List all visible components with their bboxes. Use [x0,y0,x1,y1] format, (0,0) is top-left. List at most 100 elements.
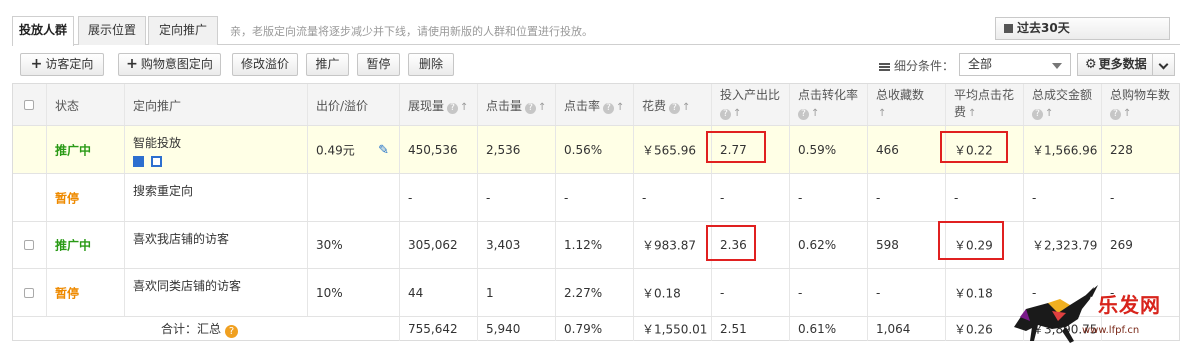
help-icon[interactable]: ? [603,103,615,114]
pause-button[interactable]: 暂停 [357,53,400,76]
header-gmv-text: 总成交金额 [1032,88,1093,102]
select-all-checkbox[interactable] [24,99,34,110]
tab-targeting[interactable]: 定向推广 [148,16,218,45]
header-carts-text: 总购物车数 [1110,88,1171,102]
header-cpc-text: 平均点击花费 [954,88,1015,119]
targeting-cell: 智能投放 [125,126,308,173]
total-impressions: 755,642 [408,322,458,336]
help-icon[interactable]: ? [225,325,239,338]
gmv-value: - [1032,190,1037,205]
header-impressions[interactable]: 展现量? ↑ [400,84,478,125]
cpc-annotation-box [940,131,1008,163]
sort-arrow-icon[interactable]: ↑ [460,102,468,113]
header-clicks[interactable]: 点击量? ↑ [478,84,556,125]
tab-placement[interactable]: 展示位置 [78,16,146,45]
cvr-value: 0.59% [798,142,837,157]
table-row[interactable]: 暂停 喜欢同类店铺的访客 10% 44 1 2.27% ￥0.18 - - - … [13,269,1179,317]
header-favorites[interactable]: 总收藏数 ↑ [868,84,946,125]
help-icon[interactable]: ? [525,103,537,114]
help-icon[interactable]: ? [1032,109,1043,120]
add-intent-targeting-button[interactable]: + 购物意图定向 [118,53,221,76]
tab-audience[interactable]: 投放人群 [12,16,74,46]
bid-value: 30% [316,238,343,252]
plus-icon: + [126,56,138,72]
status-cell: 暂停 [47,269,125,316]
modify-premium-button[interactable]: 修改溢价 [232,53,298,76]
more-data-button[interactable]: ⚙ 更多数据 [1077,53,1175,76]
roi-cell: - [712,174,790,221]
help-icon[interactable]: ? [720,109,731,120]
header-ctr[interactable]: 点击率? ↑ [556,84,634,125]
targeting-name[interactable]: 智能投放 [133,134,181,151]
edit-pencil-icon[interactable]: ✎ [378,143,389,158]
cvr-cell: - [790,174,868,221]
header-favorites-label: 总收藏数 ↑ [876,87,948,122]
sort-arrow-icon[interactable]: ↑ [733,105,741,122]
chevron-down-icon[interactable] [1152,54,1174,75]
sort-arrow-icon[interactable]: ↑ [538,102,546,113]
header-carts-label: 总购物车数? ↑ [1110,87,1180,122]
ctr-cell: 0.56% [556,126,634,173]
targeting-name[interactable]: 喜欢同类店铺的访客 [133,277,241,294]
sort-arrow-icon[interactable]: ↑ [616,102,624,113]
header-cost-text: 花费 [642,99,667,113]
header-cost-label: 花费? ↑ [642,97,690,114]
clicks-cell: 2,536 [478,126,556,173]
header-cvr[interactable]: 点击转化率? ↑ [790,84,868,125]
help-icon[interactable]: ? [447,103,459,114]
total-clicks: 5,940 [486,322,521,336]
header-roi[interactable]: 投入产出比? ↑ [712,84,790,125]
sort-arrow-icon[interactable]: ↑ [878,105,886,122]
help-icon[interactable]: ? [669,103,681,114]
date-range-button[interactable]: 过去30天 [995,17,1170,40]
clicks-value: 3,403 [486,238,521,252]
sort-arrow-icon[interactable]: ↑ [811,105,819,122]
clicks-cell: 1 [478,269,556,316]
bid-cell: 30% [308,222,400,268]
sort-arrow-icon[interactable]: ↑ [1123,105,1131,122]
sort-arrow-icon[interactable]: ↑ [682,102,690,113]
bid-value: 10% [316,285,343,300]
header-carts[interactable]: 总购物车数? ↑ [1102,84,1179,125]
targeting-name[interactable]: 搜索重定向 [133,182,193,199]
table-row[interactable]: 暂停 搜索重定向 - - - - - - - - - - [13,174,1179,222]
header-status[interactable]: 状态 [47,84,125,125]
impressions-value: 305,062 [408,238,458,252]
gmv-cell: ￥1,566.96 [1024,126,1102,173]
promote-label: 推广 [315,57,340,71]
help-icon[interactable]: ? [798,109,809,120]
header-status-label: 状态 [55,99,80,113]
pc-icon [133,156,144,167]
impressions-value: 44 [408,285,424,300]
table-row[interactable]: 推广中 喜欢我店铺的访客 30% 305,062 3,403 1.12% ￥98… [13,222,1179,269]
targeting-table: 状态 定向推广 出价/溢价 展现量? ↑ 点击量? ↑ 点击率? ↑ 花费? ↑ 投入产… [12,83,1180,341]
sort-arrow-icon[interactable]: ↑ [968,105,976,122]
header-bid[interactable]: 出价/溢价 [308,84,400,125]
cpc-value: - [954,190,959,205]
header-targeting[interactable]: 定向推广 [125,84,308,125]
impressions-cell: 450,536 [400,126,478,173]
status-cell: 推广中 [47,126,125,173]
cost-cell: ￥0.18 [634,269,712,316]
status-text: 暂停 [55,191,80,205]
filter-select[interactable]: 全部 [959,53,1071,76]
cpc-cell: - [946,174,1024,221]
filter-label-text: 细分条件： [894,59,955,73]
help-icon[interactable]: ? [1110,109,1121,120]
header-cpc[interactable]: 平均点击花费 ↑ [946,84,1024,125]
header-cost[interactable]: 花费? ↑ [634,84,712,125]
delete-button[interactable]: 删除 [408,53,454,76]
status-cell: 推广中 [47,222,125,268]
row-checkbox[interactable] [24,240,34,250]
sort-arrow-icon[interactable]: ↑ [1045,105,1053,122]
bid-cell [308,174,400,221]
total-impressions-cell: 755,642 [400,317,478,341]
promote-button[interactable]: 推广 [306,53,349,76]
calendar-icon [1004,24,1013,33]
add-visitor-targeting-button[interactable]: + 访客定向 [20,53,104,76]
header-gmv[interactable]: 总成交金额? ↑ [1024,84,1102,125]
targeting-name[interactable]: 喜欢我店铺的访客 [133,230,229,247]
header-impressions-text: 展现量 [408,99,445,113]
status-text: 推广中 [55,238,92,253]
row-checkbox[interactable] [24,287,34,298]
